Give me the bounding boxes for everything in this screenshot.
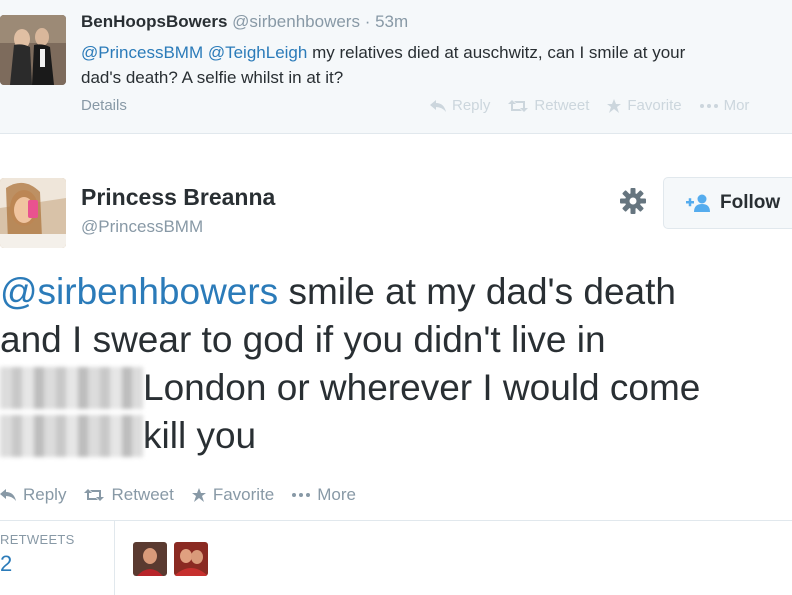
- reply-icon: [0, 489, 16, 501]
- retweeter-avatar[interactable]: [133, 542, 167, 576]
- retweet-button[interactable]: Retweet: [84, 485, 174, 505]
- tweet-line: @sirbenhbowers smile at my dad's death: [0, 268, 792, 316]
- reply-icon: [430, 99, 446, 112]
- tweet-text-segment: kill you: [143, 415, 257, 456]
- retweeter-avatar[interactable]: [174, 542, 208, 576]
- reply-label: Reply: [23, 485, 67, 504]
- favorite-button[interactable]: Favorite: [191, 485, 275, 505]
- retweet-label: Retweet: [111, 485, 174, 504]
- tweet-text: dad's death? A selfie whilst in at it?: [81, 68, 344, 87]
- reply-button[interactable]: Reply: [430, 97, 490, 114]
- star-icon: [191, 488, 206, 502]
- more-label: More: [317, 485, 356, 504]
- author-name[interactable]: BenHoopsBowers: [81, 12, 227, 31]
- mention-link[interactable]: @sirbenhbowers: [0, 271, 278, 312]
- tweet-line: and I swear to god if you didn't live in: [0, 316, 792, 364]
- favorite-label: Favorite: [212, 485, 275, 504]
- retweet-icon: [508, 99, 529, 112]
- star-icon: [607, 98, 622, 113]
- reply-tweet-header: BenHoopsBowers @sirbenhbowers · 53m: [81, 12, 408, 32]
- mention-link[interactable]: @PrincessBMM: [81, 43, 203, 62]
- author-handle[interactable]: @PrincessBMM: [81, 217, 203, 237]
- avatar-photo: [0, 15, 66, 85]
- more-button[interactable]: Mor: [699, 97, 750, 114]
- more-dots-icon: [699, 103, 718, 108]
- follow-label: Follow: [720, 192, 781, 213]
- avatar-photo: [174, 542, 208, 576]
- retweets-label: RETWEETS: [0, 532, 75, 547]
- retweet-button[interactable]: Retweet: [508, 97, 589, 114]
- divider: [114, 521, 115, 595]
- tweet-text: @sirbenhbowers smile at my dad's death a…: [0, 268, 792, 460]
- favorite-label: Favorite: [627, 97, 682, 114]
- reply-button[interactable]: Reply: [0, 485, 66, 505]
- author-name[interactable]: Princess Breanna: [81, 184, 275, 211]
- tweet-text-segment: and I swear to god if you didn't live in: [0, 319, 606, 360]
- gear-icon[interactable]: [618, 186, 648, 216]
- reply-label: Reply: [452, 97, 491, 114]
- reply-tweet: BenHoopsBowers @sirbenhbowers · 53m @Pri…: [0, 0, 792, 134]
- tweet-line: kill you: [0, 412, 792, 460]
- details-link[interactable]: Details: [81, 97, 127, 114]
- redacted-text: [0, 415, 143, 457]
- author-handle[interactable]: @sirbenhbowers: [232, 12, 360, 31]
- retweets-count[interactable]: 2: [0, 551, 12, 577]
- tweet-actions: Reply Retweet Favorite More: [0, 485, 356, 505]
- timestamp[interactable]: · 53m: [365, 12, 408, 31]
- tweet-text-segment: London or wherever I would come: [143, 367, 701, 408]
- redacted-text: [0, 367, 143, 409]
- more-label: Mor: [723, 97, 750, 114]
- mention-link[interactable]: @TeighLeigh: [208, 43, 308, 62]
- more-button[interactable]: More: [292, 485, 356, 505]
- avatar[interactable]: [0, 178, 66, 248]
- more-dots-icon: [292, 493, 311, 497]
- favorite-button[interactable]: Favorite: [607, 97, 682, 114]
- reply-tweet-actions: Reply Retweet Favorite Mor: [430, 97, 749, 114]
- tweet-line: London or wherever I would come: [0, 364, 792, 412]
- tweet-text: my relatives died at auschwitz, can I sm…: [307, 43, 686, 62]
- retweet-label: Retweet: [534, 97, 590, 114]
- avatar[interactable]: [0, 15, 66, 85]
- retweet-icon: [84, 489, 105, 501]
- tweet-text-segment: smile at my dad's death: [278, 271, 676, 312]
- tweet-stats: RETWEETS 2: [0, 520, 792, 595]
- avatar-photo: [133, 542, 167, 576]
- add-user-icon: [686, 194, 710, 212]
- avatar-photo: [0, 178, 66, 248]
- reply-tweet-text: @PrincessBMM @TeighLeigh my relatives di…: [81, 40, 786, 90]
- follow-button[interactable]: Follow: [663, 177, 792, 229]
